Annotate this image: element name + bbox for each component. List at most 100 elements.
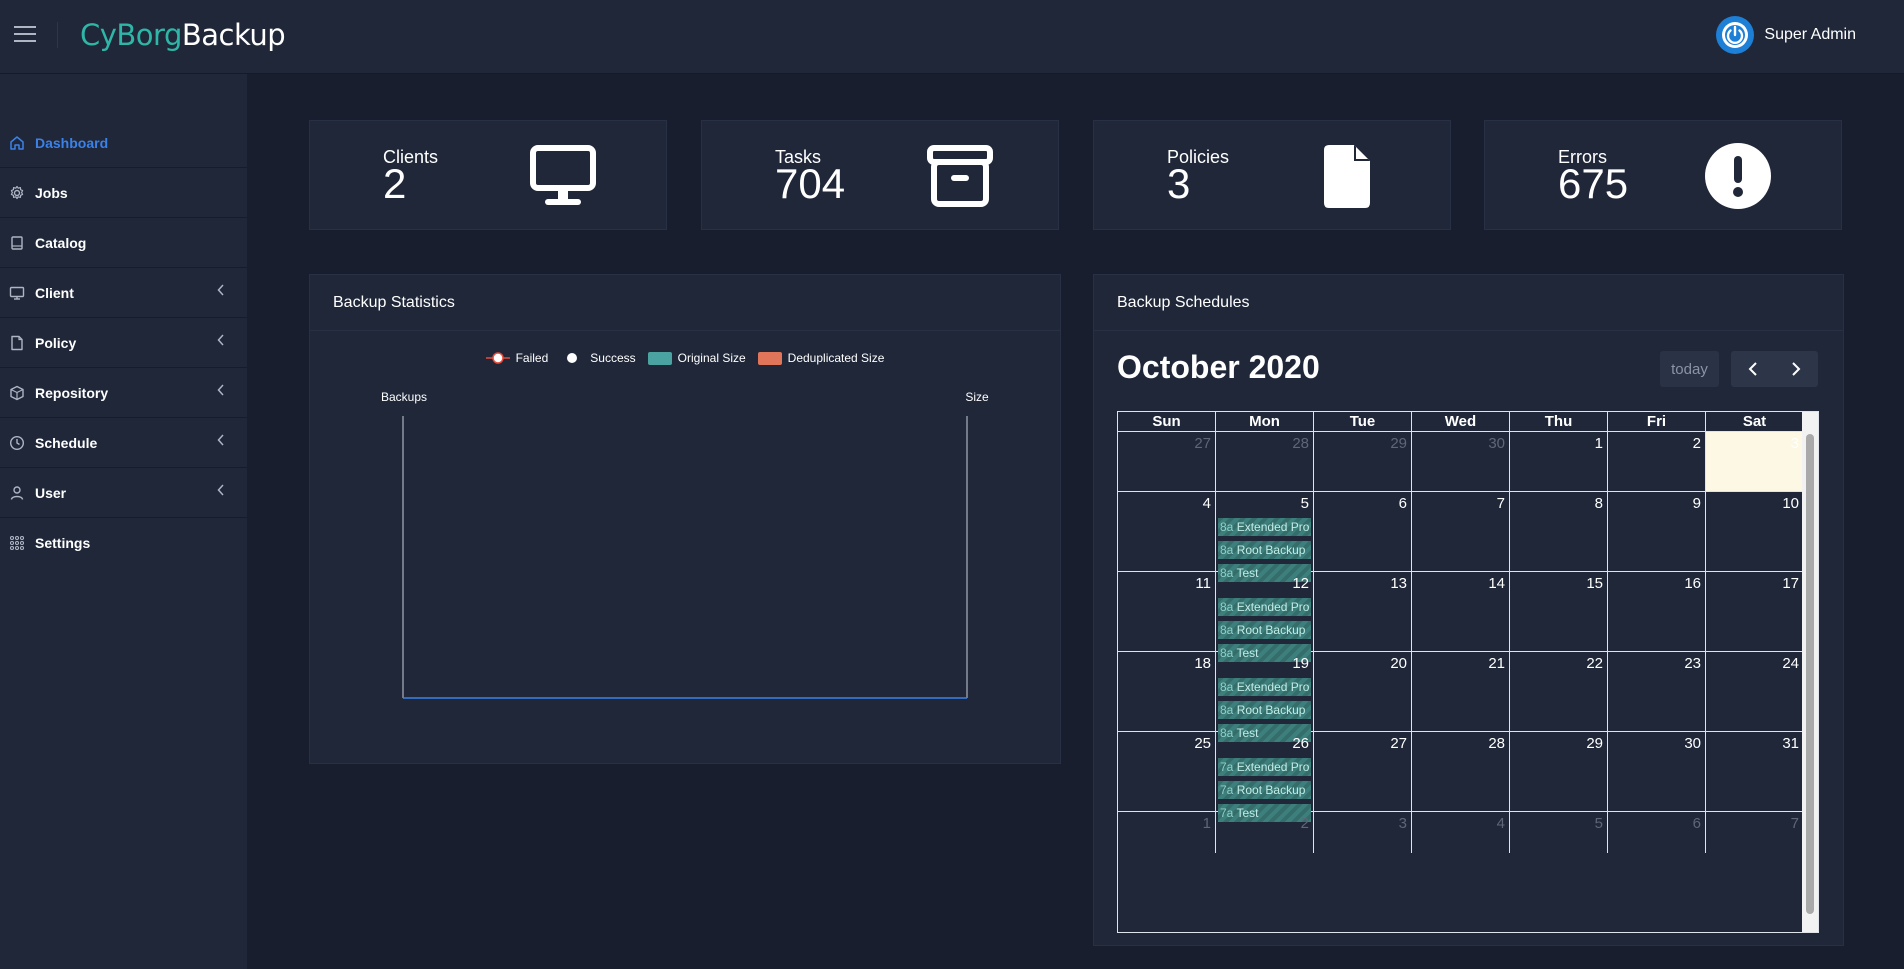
calendar-day[interactable]: 22: [1510, 652, 1608, 731]
sidebar-item-label: Schedule: [35, 434, 98, 451]
calendar-day[interactable]: 4: [1118, 492, 1216, 571]
chevron-left-icon: [217, 484, 224, 496]
sidebar-item-settings[interactable]: Settings: [0, 518, 247, 567]
calendar-event[interactable]: 8a Root Backup: [1218, 701, 1311, 719]
sidebar-item-user[interactable]: User: [0, 468, 247, 518]
event-title: Extended Pro: [1236, 520, 1310, 534]
day-number: 8: [1594, 495, 1603, 512]
calendar-day[interactable]: 28: [1216, 432, 1314, 491]
event-title: Root Backup: [1236, 623, 1306, 637]
sidebar-item-jobs[interactable]: Jobs: [0, 168, 247, 218]
calendar-day[interactable]: 23: [1608, 652, 1706, 731]
calendar-day[interactable]: 24: [1706, 652, 1804, 731]
calendar-event[interactable]: 7a Root Backup: [1218, 781, 1311, 799]
calendar-day[interactable]: 2: [1608, 432, 1706, 491]
day-number: 7: [1790, 815, 1799, 832]
event-title: Root Backup: [1236, 543, 1306, 557]
sidebar-item-schedule[interactable]: Schedule: [0, 418, 247, 468]
user-name: Super Admin: [1764, 26, 1856, 43]
next-month-button[interactable]: [1775, 351, 1819, 387]
calendar-day-today[interactable]: 3: [1706, 432, 1804, 491]
divider: [57, 22, 58, 48]
calendar-event[interactable]: 8a Extended Pro: [1218, 598, 1311, 616]
calendar-day[interactable]: 2: [1216, 812, 1314, 853]
stat-value: 675: [1558, 160, 1629, 207]
box-icon: [8, 384, 26, 402]
calendar-day[interactable]: 5: [1510, 812, 1608, 853]
calendar-day[interactable]: 1: [1510, 432, 1608, 491]
calendar-day[interactable]: 19 8a Extended Pro 8a Root Backup 8a Test: [1216, 652, 1314, 742]
calendar-day[interactable]: 7: [1412, 492, 1510, 571]
calendar-day[interactable]: 1: [1118, 812, 1216, 853]
chevron-left-icon: [217, 284, 224, 296]
calendar-day[interactable]: 26 7a Extended Pro 7a Root Backup 7a Test: [1216, 732, 1314, 822]
left-axis-label: Backups: [381, 390, 427, 404]
calendar-day[interactable]: 17: [1706, 572, 1804, 651]
calendar-day[interactable]: 13: [1314, 572, 1412, 651]
sidebar-item-catalog[interactable]: Catalog: [0, 218, 247, 268]
sidebar-item-repository[interactable]: Repository: [0, 368, 247, 418]
day-number: 22: [1586, 655, 1603, 672]
calendar-scrollbar[interactable]: [1802, 412, 1818, 932]
sidebar-item-policy[interactable]: Policy: [0, 318, 247, 368]
calendar-day[interactable]: 29: [1314, 432, 1412, 491]
calendar-day[interactable]: 16: [1608, 572, 1706, 651]
calendar-day[interactable]: 21: [1412, 652, 1510, 731]
app-logo[interactable]: CyBorgBackup: [80, 18, 286, 52]
day-header: Sun: [1118, 412, 1216, 431]
calendar-day[interactable]: 27: [1314, 732, 1412, 811]
calendar-day[interactable]: 4: [1412, 812, 1510, 853]
calendar-day[interactable]: 6: [1314, 492, 1412, 571]
calendar-day[interactable]: 12 8a Extended Pro 8a Root Backup 8a Test: [1216, 572, 1314, 662]
calendar-day[interactable]: 30: [1608, 732, 1706, 811]
monitor-icon: [8, 284, 26, 302]
today-button[interactable]: today: [1660, 351, 1719, 387]
prev-month-button[interactable]: [1731, 351, 1775, 387]
day-number: 9: [1692, 495, 1701, 512]
calendar-title: October 2020: [1117, 349, 1320, 385]
stat-card-errors: Errors 675: [1484, 120, 1842, 230]
day-number: 27: [1390, 735, 1407, 752]
calendar-event[interactable]: 8a Root Backup: [1218, 621, 1311, 639]
day-number: 21: [1488, 655, 1505, 672]
chevron-left-icon: [217, 334, 224, 346]
calendar-day[interactable]: 29: [1510, 732, 1608, 811]
calendar-day[interactable]: 11: [1118, 572, 1216, 651]
calendar-day[interactable]: 28: [1412, 732, 1510, 811]
calendar-event[interactable]: 8a Root Backup: [1218, 541, 1311, 559]
day-header: Wed: [1412, 412, 1510, 431]
calendar-day[interactable]: 31: [1706, 732, 1804, 811]
calendar-day[interactable]: 7: [1706, 812, 1804, 853]
day-number: 6: [1692, 815, 1701, 832]
sidebar-item-label: Policy: [35, 334, 77, 351]
day-header: Mon: [1216, 412, 1314, 431]
calendar-day[interactable]: 10: [1706, 492, 1804, 571]
day-number: 4: [1496, 815, 1505, 832]
user-icon: [8, 484, 26, 502]
day-number: 14: [1488, 575, 1505, 592]
user-menu[interactable]: Super Admin: [1716, 16, 1856, 54]
sidebar-item-dashboard[interactable]: Dashboard: [0, 118, 247, 168]
calendar-day[interactable]: 9: [1608, 492, 1706, 571]
calendar-day[interactable]: 14: [1412, 572, 1510, 651]
scrollbar-thumb[interactable]: [1806, 434, 1814, 914]
calendar-event[interactable]: 7a Extended Pro: [1218, 758, 1311, 776]
file-icon: [8, 334, 26, 352]
calendar-day[interactable]: 20: [1314, 652, 1412, 731]
chevron-left-icon: [217, 384, 224, 396]
calendar-day[interactable]: 27: [1118, 432, 1216, 491]
calendar-day[interactable]: 8: [1510, 492, 1608, 571]
calendar-day[interactable]: 15: [1510, 572, 1608, 651]
calendar-day[interactable]: 18: [1118, 652, 1216, 731]
menu-icon[interactable]: [14, 26, 36, 42]
day-number: 10: [1782, 495, 1799, 512]
calendar-day[interactable]: 25: [1118, 732, 1216, 811]
calendar-day[interactable]: 6: [1608, 812, 1706, 853]
calendar-grid: Sun Mon Tue Wed Thu Fri Sat 27 28 29 30 1 2 3 4 5 8a Ex…: [1117, 411, 1819, 933]
calendar-day[interactable]: 5 8a Extended Pro 8a Root Backup 8a Test: [1216, 492, 1314, 582]
calendar-event[interactable]: 8a Extended Pro: [1218, 678, 1311, 696]
calendar-event[interactable]: 8a Extended Pro: [1218, 518, 1311, 536]
sidebar-item-client[interactable]: Client: [0, 268, 247, 318]
calendar-day[interactable]: 30: [1412, 432, 1510, 491]
calendar-day[interactable]: 3: [1314, 812, 1412, 853]
